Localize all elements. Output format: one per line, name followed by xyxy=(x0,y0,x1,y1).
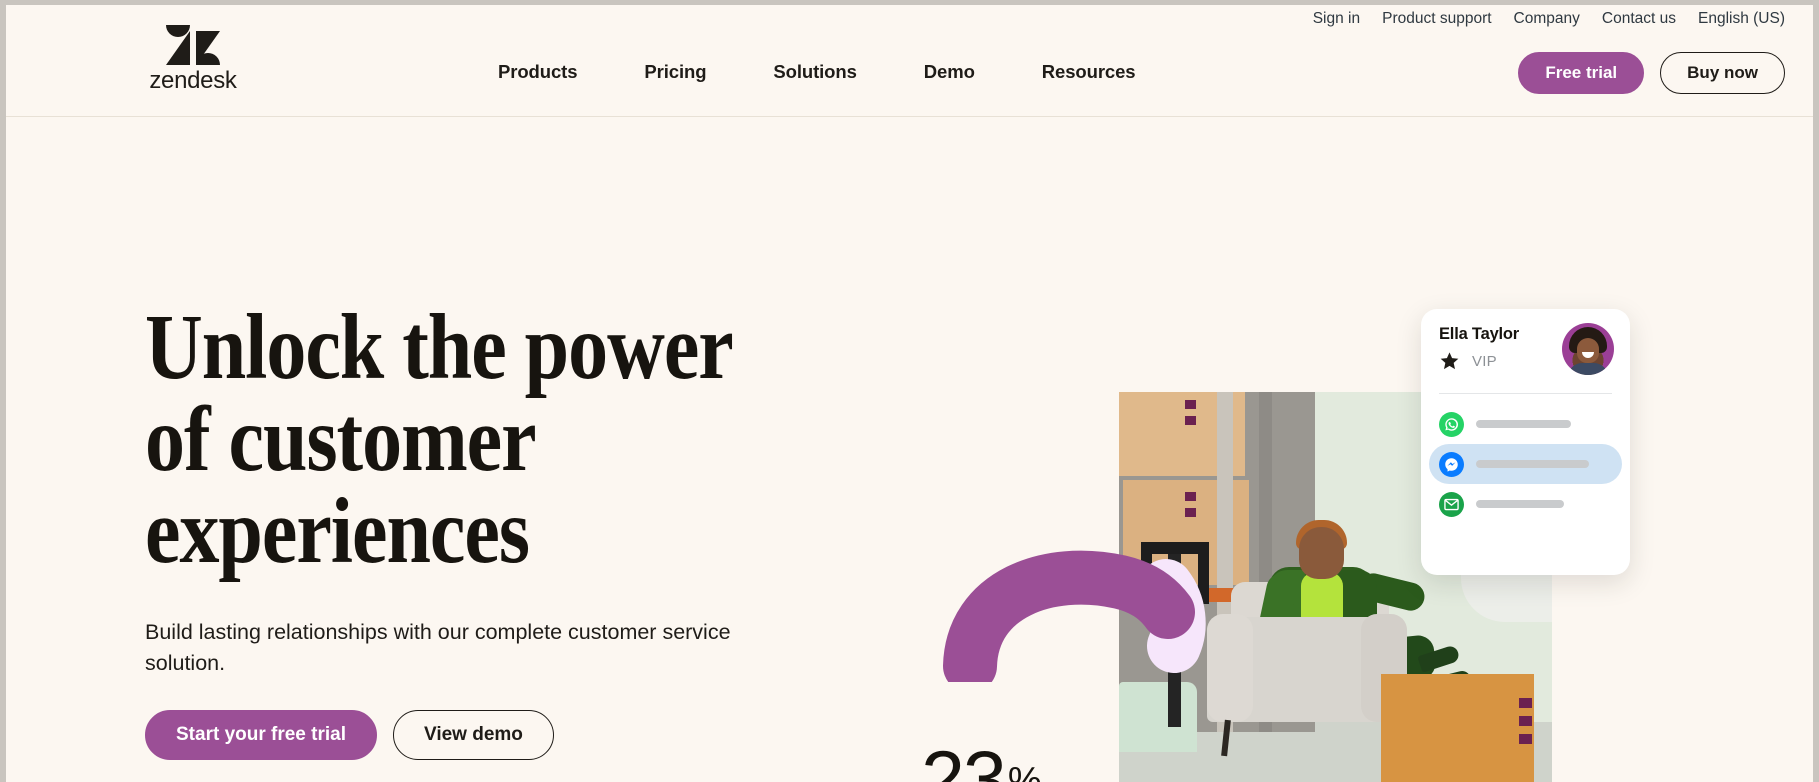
browser-viewport: Sign in Product support Company Contact … xyxy=(6,5,1813,782)
channel-message-placeholder xyxy=(1476,500,1564,508)
customer-avatar xyxy=(1562,323,1614,375)
utility-link-company[interactable]: Company xyxy=(1514,8,1580,30)
channel-message-placeholder xyxy=(1476,460,1589,468)
buy-now-button[interactable]: Buy now xyxy=(1660,52,1785,94)
stat-unit: % xyxy=(1007,760,1042,782)
vip-label: VIP xyxy=(1472,352,1497,370)
utility-link-contact-us[interactable]: Contact us xyxy=(1602,8,1676,30)
start-free-trial-button[interactable]: Start your free trial xyxy=(145,710,377,761)
stat-value: 23 xyxy=(921,734,1007,782)
language-selector[interactable]: English (US) xyxy=(1698,8,1785,30)
hero-copy-block: Unlock the power of customer experiences… xyxy=(145,296,865,761)
view-demo-button[interactable]: View demo xyxy=(393,710,554,761)
nav-item-products[interactable]: Products xyxy=(498,61,577,83)
hero-subheading: Build lasting relationships with our com… xyxy=(145,620,731,675)
primary-nav: Products Pricing Solutions Demo Resource… xyxy=(498,61,1136,83)
star-icon xyxy=(1440,352,1459,370)
channel-list xyxy=(1429,404,1622,524)
stat-callout: 23 % increase in average e-commerce orde… xyxy=(921,734,1151,782)
nav-item-pricing[interactable]: Pricing xyxy=(644,61,706,83)
zendesk-logo-mark xyxy=(166,25,220,65)
site-header: Sign in Product support Company Contact … xyxy=(6,5,1813,117)
free-trial-button[interactable]: Free trial xyxy=(1518,52,1645,94)
channel-row-messenger[interactable] xyxy=(1429,444,1622,484)
utility-link-product-support[interactable]: Product support xyxy=(1382,8,1491,30)
header-cta-group: Free trial Buy now xyxy=(1518,52,1785,94)
card-divider xyxy=(1439,393,1612,394)
hero-cta-group: Start your free trial View demo xyxy=(145,710,865,761)
zendesk-wordmark: zendesk xyxy=(149,67,237,94)
nav-item-demo[interactable]: Demo xyxy=(924,61,975,83)
nav-item-resources[interactable]: Resources xyxy=(1042,61,1136,83)
hero-heading: Unlock the power of customer experiences xyxy=(145,296,734,584)
messenger-icon xyxy=(1439,451,1464,477)
channel-row-email[interactable] xyxy=(1429,484,1622,524)
channel-row-whatsapp[interactable] xyxy=(1429,404,1622,444)
utility-nav: Sign in Product support Company Contact … xyxy=(1313,8,1785,30)
whatsapp-icon xyxy=(1439,411,1464,437)
hero-section: Unlock the power of customer experiences… xyxy=(6,117,1813,782)
nav-item-solutions[interactable]: Solutions xyxy=(773,61,856,83)
customer-chat-card[interactable]: Ella Taylor VIP xyxy=(1421,309,1630,575)
utility-link-sign-in[interactable]: Sign in xyxy=(1313,8,1360,30)
zendesk-logo[interactable]: zendesk xyxy=(145,25,241,95)
channel-message-placeholder xyxy=(1476,420,1571,428)
email-icon xyxy=(1439,491,1464,517)
stat-number-row: 23 % xyxy=(921,734,1151,782)
